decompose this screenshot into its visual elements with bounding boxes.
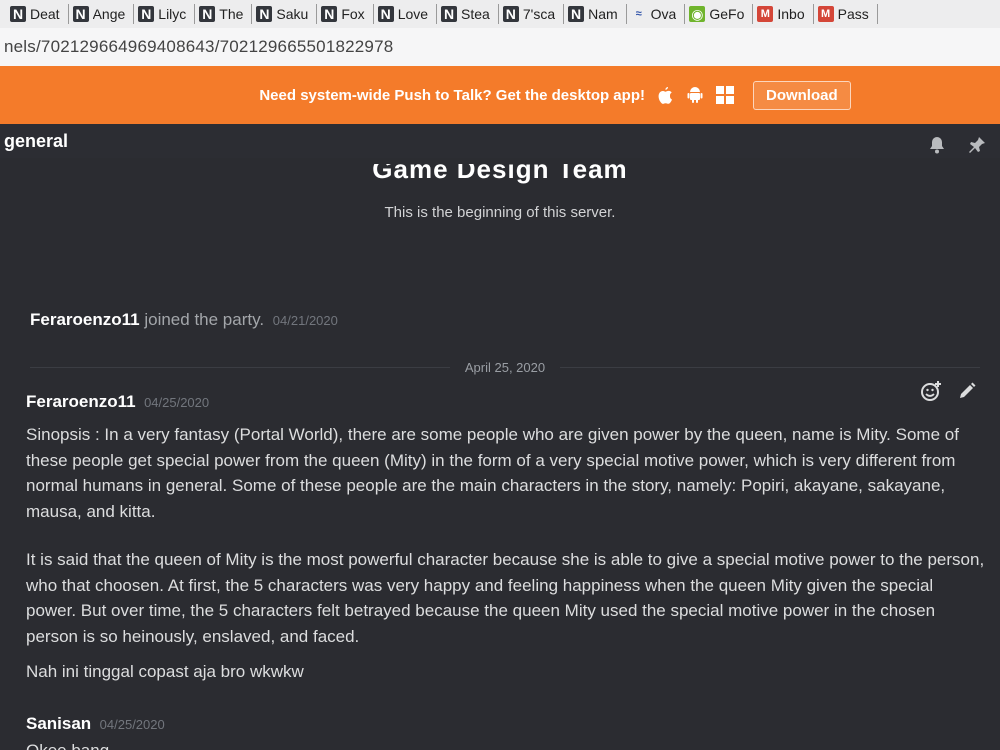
- n-icon: N: [441, 6, 458, 22]
- pin-icon[interactable]: [966, 134, 988, 156]
- n-icon: N: [138, 6, 155, 22]
- n-icon: N: [10, 6, 26, 22]
- n-icon: N: [72, 6, 89, 22]
- channel-header: general: [0, 124, 1000, 158]
- bookmark-10[interactable]: N Nam: [564, 4, 627, 24]
- message-paragraph: Okee bang: [26, 738, 986, 750]
- address-bar[interactable]: nels/702129664969408643/7021296655018229…: [0, 28, 1000, 66]
- message-author[interactable]: Sanisan: [26, 714, 91, 733]
- url-text[interactable]: nels/702129664969408643/7021296655018229…: [4, 37, 393, 57]
- apple-icon: [655, 85, 675, 105]
- n-icon: N: [568, 6, 585, 22]
- bookmarks-bar: N Deat N Ange N Lilyc N The N Saku N Fox N Love…: [0, 0, 1000, 28]
- message-timestamp: 04/25/2020: [144, 395, 210, 410]
- n-icon: N: [377, 6, 394, 22]
- notice-text: Need system-wide Push to Talk? Get the d…: [259, 86, 645, 104]
- gmail-icon: M: [757, 6, 774, 22]
- bookmark-7[interactable]: N Love: [374, 4, 438, 24]
- server-title: Game Design Team: [372, 164, 628, 184]
- add-reaction-icon[interactable]: [920, 380, 942, 402]
- message-paragraph: Sinopsis : In a very fantasy (Portal Wor…: [26, 425, 959, 521]
- bookmark-12[interactable]: ◉ GeFo: [685, 4, 754, 24]
- n-icon: N: [199, 6, 216, 22]
- system-user[interactable]: Feraroenzo11: [30, 310, 140, 329]
- bookmark-14[interactable]: M Pass: [814, 4, 878, 24]
- message-paragraph: Nah ini tinggal copast aja bro wkwkw: [26, 662, 304, 681]
- server-welcome-text: This is the beginning of this server.: [384, 204, 616, 221]
- bookmark-6[interactable]: N Fox: [317, 4, 374, 24]
- n-icon: N: [256, 6, 273, 22]
- bookmark-5[interactable]: N Saku: [252, 4, 318, 24]
- message-paragraph: It is said that the queen of Mity is the…: [26, 550, 985, 646]
- bookmark-4[interactable]: N The: [195, 4, 253, 24]
- channel-name: general: [4, 130, 69, 151]
- windows-icon: [715, 85, 735, 105]
- bookmark-1[interactable]: N Deat: [6, 4, 69, 24]
- bookmark-2[interactable]: N Ange: [69, 4, 135, 24]
- system-text: joined the party.: [144, 310, 265, 329]
- bookmark-3[interactable]: N Lilyc: [134, 4, 196, 24]
- message-actions: [920, 380, 978, 402]
- edit-pencil-icon[interactable]: [956, 380, 978, 402]
- push-to-talk-notice: Need system-wide Push to Talk? Get the d…: [0, 66, 1000, 124]
- message-header: Sanisan 04/25/2020: [26, 714, 165, 734]
- message-header: Feraroenzo11 04/25/2020: [26, 392, 209, 412]
- bookmark-11[interactable]: ≈ Ova: [627, 4, 686, 24]
- bookmark-9[interactable]: N 7'sca: [499, 4, 565, 24]
- message-author[interactable]: Feraroenzo11: [26, 392, 136, 411]
- ova-icon: ≈: [635, 8, 642, 20]
- message-timestamp: 04/25/2020: [99, 717, 165, 732]
- bell-icon[interactable]: [926, 134, 948, 156]
- bookmark-13[interactable]: M Inbo: [753, 4, 814, 24]
- message-area[interactable]: Game Design Team This is the beginning o…: [0, 158, 1000, 750]
- bookmark-8[interactable]: N Stea: [437, 4, 499, 24]
- gmail-icon: M: [817, 6, 834, 22]
- n-icon: N: [321, 6, 338, 22]
- system-join-message: Feraroenzo11 joined the party. 04/21/202…: [30, 310, 338, 330]
- n-icon: N: [502, 6, 519, 22]
- android-icon: [685, 85, 705, 105]
- nvidia-icon: ◉: [689, 5, 706, 22]
- date-divider-label: April 25, 2020: [450, 360, 560, 375]
- channel-header-icons: [926, 134, 988, 156]
- download-button[interactable]: Download: [752, 80, 851, 110]
- system-timestamp: 04/21/2020: [272, 313, 338, 328]
